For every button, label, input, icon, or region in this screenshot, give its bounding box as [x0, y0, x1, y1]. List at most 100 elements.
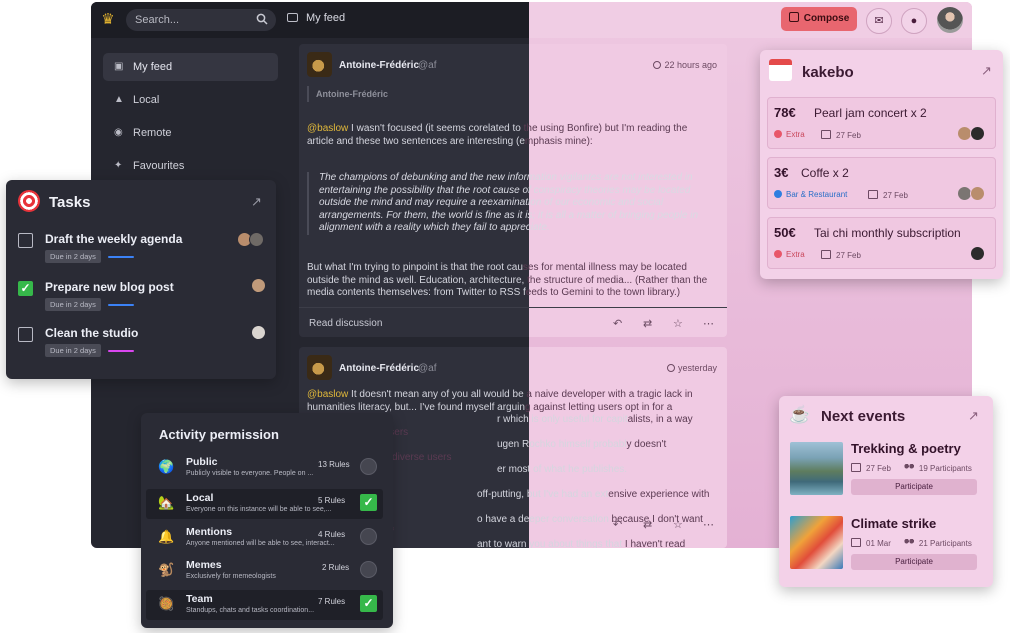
permission-option-mentions[interactable]: 🔔 Mentions Anyone mentioned will be able…	[146, 523, 383, 553]
task-item[interactable]: ✓ Prepare new blog post Due in 2 days	[18, 277, 268, 317]
sidebar-item-my-feed[interactable]: ▣ My feed	[103, 53, 278, 81]
more-icon[interactable]: ⋯	[703, 317, 714, 330]
bonfire-logo-icon[interactable]: ♛	[99, 10, 117, 30]
mail-button[interactable]: ✉	[866, 8, 892, 34]
pot-icon: 🥘	[158, 596, 175, 611]
local-icon: ▲	[114, 94, 124, 105]
task-item[interactable]: Clean the studio Due in 2 days	[18, 323, 268, 363]
author-avatar[interactable]	[307, 355, 332, 380]
author-avatar[interactable]	[307, 52, 332, 77]
quote-text: The champions of debunking and the new	[319, 172, 508, 183]
post-text: But what I'm trying to pinpoint is that …	[307, 262, 523, 273]
calendar-icon	[851, 463, 861, 472]
open-external-icon[interactable]: ↗	[968, 409, 980, 422]
author-name[interactable]: Antoine-Frédéric	[339, 60, 419, 71]
expense-item[interactable]: 78€ Pearl jam concert x 2 Extra 27 Feb	[767, 97, 996, 149]
permission-option-local[interactable]: 🏡 Local Everyone on this instance will b…	[146, 489, 383, 519]
permission-option-public[interactable]: 🌍 Public Publicly visible to everyone. P…	[146, 453, 383, 483]
participate-button[interactable]: Participate	[851, 554, 977, 570]
task-title: Draft the weekly agenda	[45, 232, 183, 246]
expense-item[interactable]: 50€ Tai chi monthly subscription Extra 2…	[767, 217, 996, 269]
expense-item[interactable]: 3€ Coffe x 2 Bar & Restaurant 27 Feb	[767, 157, 996, 209]
notifications-button[interactable]: ●	[901, 8, 927, 34]
category-label: Bar & Restaurant	[786, 190, 848, 199]
permission-option-team[interactable]: 🥘 Team Standups, chats and tasks coordin…	[146, 590, 383, 620]
sidebar-item-remote[interactable]: ◉ Remote	[103, 119, 278, 147]
post-text: media contents themselves: from Twitter …	[307, 287, 526, 298]
events-title: Next events	[821, 408, 906, 425]
reply-icon[interactable]: ↶	[613, 317, 622, 330]
permission-desc: Everyone on this instance will be able t…	[186, 506, 332, 513]
category-dot	[774, 130, 782, 138]
permission-radio-checked[interactable]: ✓	[360, 494, 377, 511]
open-external-icon[interactable]: ↗	[981, 64, 993, 77]
permission-name: Team	[186, 593, 213, 605]
author-handle[interactable]: @af	[418, 363, 437, 374]
event-image-climate-strike[interactable]	[790, 516, 843, 569]
rules-count: 4 Rules	[318, 530, 346, 539]
read-discussion-link[interactable]: Read discussion	[309, 318, 382, 329]
expense-date: 27 Feb	[868, 190, 908, 200]
post-text: er most of what he publishes.	[497, 464, 628, 475]
post-body: @baslow I wasn't focused (it seems corel…	[307, 123, 712, 148]
boost-icon[interactable]: ⇄	[643, 518, 652, 531]
expense-name: Pearl jam concert x 2	[814, 106, 927, 120]
sidebar-item-label: Local	[133, 94, 160, 106]
boost-icon[interactable]: ⇄	[643, 317, 652, 330]
event-image-trekking[interactable]	[790, 442, 843, 495]
author-handle[interactable]: @af	[418, 60, 437, 71]
permission-name: Memes	[186, 559, 222, 571]
rules-count: 5 Rules	[318, 496, 346, 505]
expense-amount: 78€	[774, 105, 796, 120]
mention-link[interactable]: @baslow	[307, 123, 348, 134]
task-checkbox-checked[interactable]: ✓	[18, 281, 33, 296]
calendar-icon	[821, 250, 831, 259]
category-label: Extra	[786, 250, 805, 259]
user-avatar[interactable]	[937, 7, 963, 33]
feed-icon: ▣	[114, 61, 124, 72]
activity-permission-widget: Activity permission 🌍 Public Publicly vi…	[141, 413, 393, 628]
search-icon[interactable]	[256, 13, 268, 25]
task-checkbox[interactable]	[18, 233, 33, 248]
expense-date: 27 Feb	[821, 130, 861, 140]
participate-button[interactable]: Participate	[851, 479, 977, 495]
post-text: outside the mind as well. Education, arc…	[307, 274, 528, 286]
compose-button[interactable]: Compose	[781, 7, 857, 31]
post-text: humanities literacy, but... I've found m…	[307, 401, 525, 413]
participants-icon	[902, 463, 915, 472]
permission-radio-checked[interactable]: ✓	[360, 595, 377, 612]
task-checkbox[interactable]	[18, 327, 33, 342]
permission-radio[interactable]	[360, 528, 377, 545]
event-name[interactable]: Climate strike	[851, 516, 936, 531]
post-body: But what I'm trying to pinpoint is that …	[307, 262, 712, 300]
post-text: off-putting, but I've had an ext	[477, 489, 609, 500]
like-icon[interactable]: ☆	[673, 317, 683, 330]
search-placeholder: Search...	[135, 14, 180, 26]
sidebar-item-favourites[interactable]: ✦ Favourites	[103, 152, 278, 180]
permission-radio[interactable]	[360, 561, 377, 578]
task-item[interactable]: Draft the weekly agenda Due in 2 days	[18, 229, 268, 269]
permission-option-memes[interactable]: 🐒 Memes Exclusively for memeologists 2 R…	[146, 556, 383, 586]
post-time-label: 22 hours ago	[664, 60, 717, 70]
priority-bar	[108, 256, 134, 258]
feed-icon	[287, 13, 298, 22]
reply-to[interactable]: Antoine-Frédéric	[307, 86, 388, 102]
mention-link[interactable]: @baslow	[307, 389, 348, 400]
event-name[interactable]: Trekking & poetry	[851, 441, 961, 456]
participant-avatar	[970, 126, 985, 141]
sidebar-item-local[interactable]: ▲ Local	[103, 86, 278, 114]
expense-category: Extra	[774, 250, 805, 259]
permission-desc: Anyone mentioned will be able to see, in…	[186, 540, 335, 547]
date-label: 27 Feb	[836, 251, 861, 260]
post-text: ant to warn you about things that	[477, 539, 625, 548]
author-name[interactable]: Antoine-Frédéric	[339, 363, 419, 374]
quote-text: entertaining the possibility that the ro…	[319, 184, 515, 196]
page-title: My feed	[287, 12, 345, 24]
sparkle-icon: ✦	[114, 160, 123, 171]
like-icon[interactable]: ☆	[673, 518, 683, 531]
permission-radio[interactable]	[360, 458, 377, 475]
more-icon[interactable]: ⋯	[703, 518, 714, 531]
reply-icon[interactable]: ↶	[613, 518, 622, 531]
search-input[interactable]: Search...	[126, 9, 276, 31]
open-external-icon[interactable]: ↗	[251, 195, 263, 208]
